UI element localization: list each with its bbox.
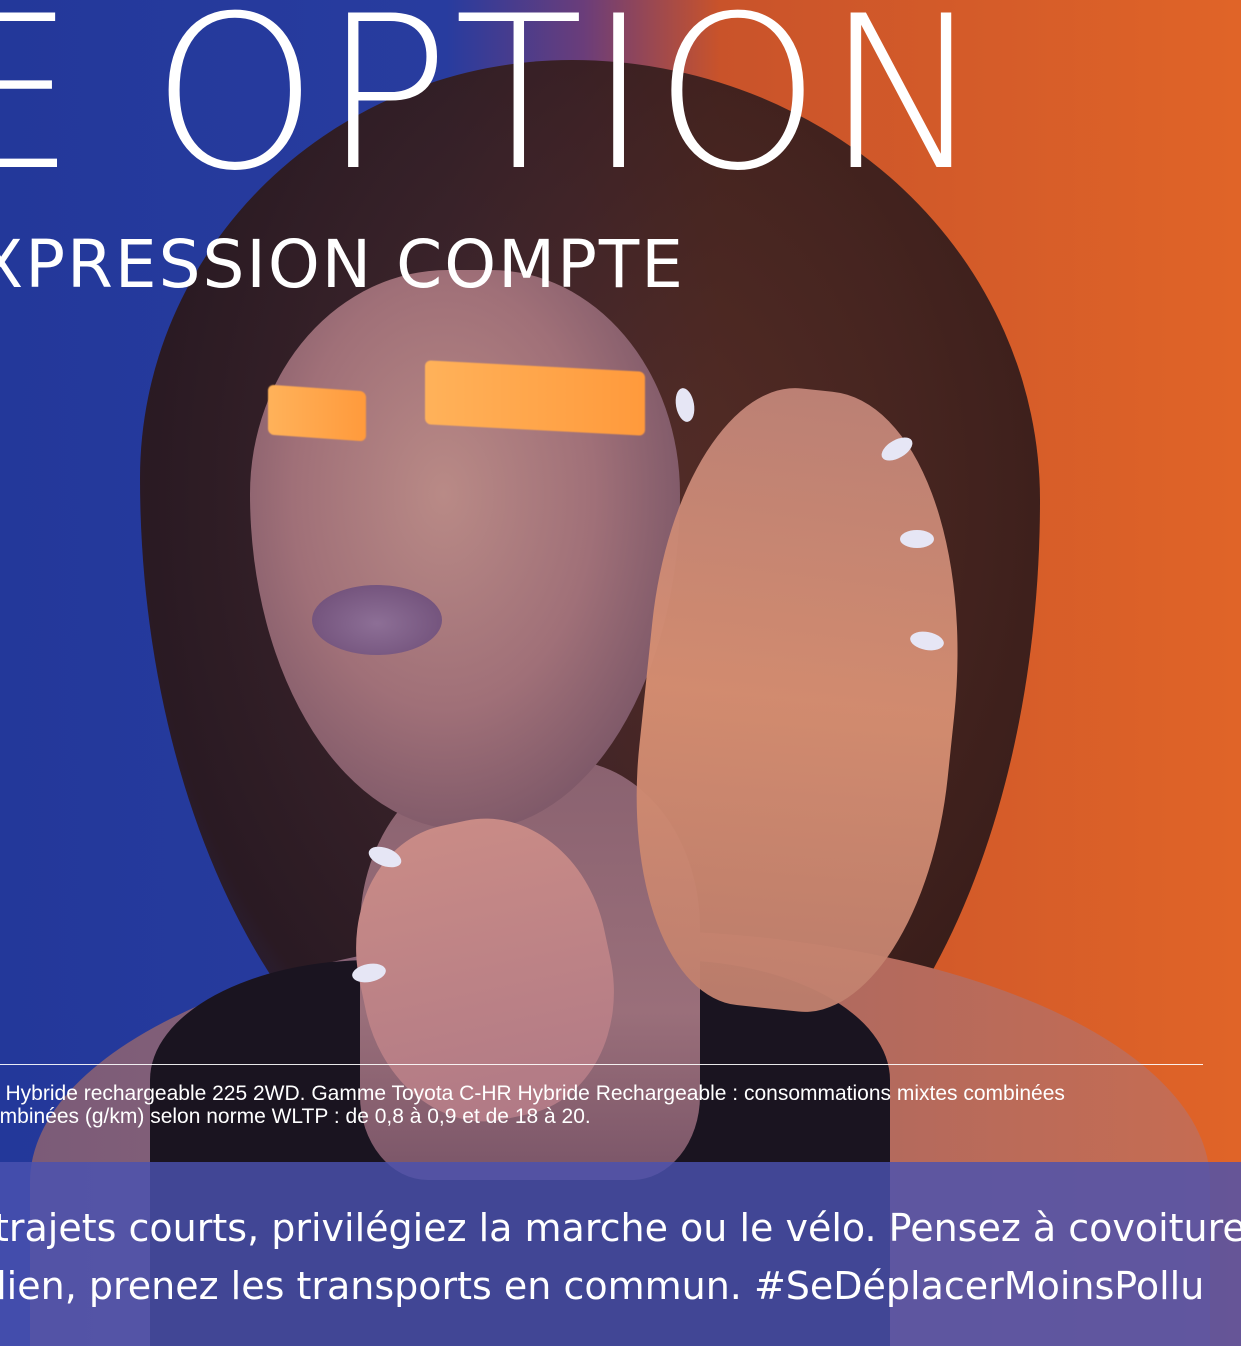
lips-shape — [312, 585, 442, 655]
banner-line: idien, prenez les transports en commun. … — [0, 1264, 1205, 1308]
subheadline: XPRESSION COMPTE — [0, 226, 685, 303]
right-eye-paint — [425, 360, 645, 436]
legal-notice: e Hybride rechargeable 225 2WD. Gamme To… — [0, 1082, 1065, 1128]
banner-line: trajets courts, privilégiez la marche ou… — [0, 1206, 1241, 1250]
divider — [0, 1064, 1203, 1065]
headline: E OPTION — [0, 0, 988, 217]
legal-line: e Hybride rechargeable 225 2WD. Gamme To… — [0, 1082, 1065, 1105]
left-eye-paint — [268, 384, 366, 442]
mobility-banner — [0, 1162, 1241, 1346]
nail-shape — [900, 530, 934, 548]
legal-line: ombinées (g/km) selon norme WLTP : de 0,… — [0, 1105, 591, 1128]
